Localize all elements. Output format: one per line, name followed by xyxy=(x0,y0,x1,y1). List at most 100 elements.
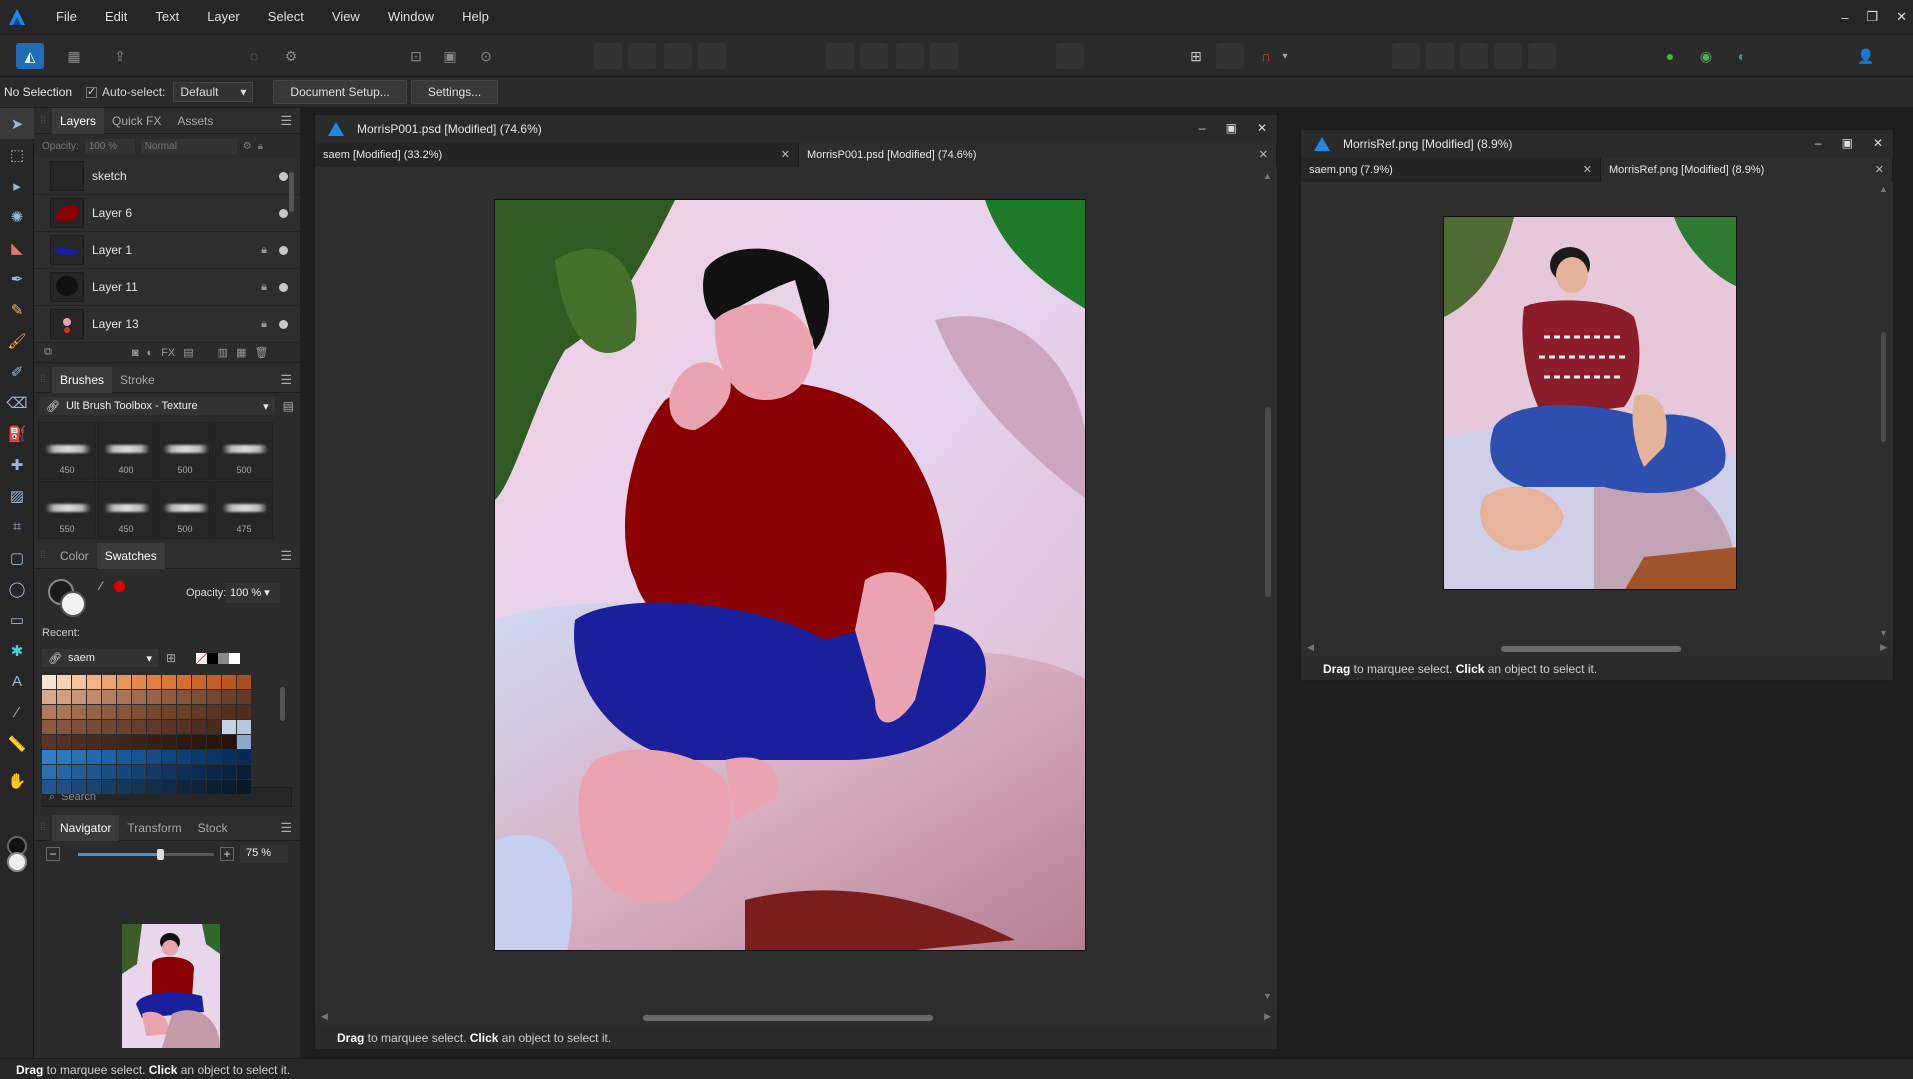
layer-row[interactable]: Layer 13 🔒︎ xyxy=(34,306,300,343)
swatch-cell[interactable] xyxy=(42,705,56,719)
swatch-cell[interactable] xyxy=(132,750,146,764)
grip-icon[interactable]: ⁞⁞ xyxy=(34,550,52,561)
swatch-cell[interactable] xyxy=(57,735,71,749)
layers-scrollbar[interactable] xyxy=(289,172,294,212)
swatch-cell[interactable] xyxy=(237,735,251,749)
reference-vertical-scrollbar[interactable] xyxy=(1881,332,1886,442)
swatch-cell[interactable] xyxy=(237,690,251,704)
swatch-scrollbar[interactable] xyxy=(280,687,285,721)
brush-preset[interactable]: 500 xyxy=(215,422,273,480)
swatch-cell[interactable] xyxy=(162,750,176,764)
color-picker-icon[interactable]: ⁄ xyxy=(0,697,34,728)
select-all-icon[interactable]: ⊡ xyxy=(402,43,430,69)
reference-canvas-area[interactable]: ▲ ▼ xyxy=(1301,182,1893,642)
node-tool-icon[interactable]: ▸ xyxy=(0,170,34,201)
swatch-cell[interactable] xyxy=(132,675,146,689)
swatch-cell[interactable] xyxy=(57,675,71,689)
swatch-cell[interactable] xyxy=(237,705,251,719)
color-wheel-icon[interactable]: ◐ xyxy=(1728,43,1756,69)
swatch-cell[interactable] xyxy=(87,705,101,719)
swatch-cell[interactable] xyxy=(117,705,131,719)
hamburger-menu-icon[interactable]: ☰ xyxy=(280,372,292,388)
swatch-cell[interactable] xyxy=(42,690,56,704)
layer-stack-icon[interactable]: ⧉ xyxy=(44,346,52,359)
menu-select[interactable]: Select xyxy=(254,0,318,34)
lock-icon[interactable]: 🔒︎ xyxy=(261,281,267,294)
tab-brushes[interactable]: Brushes xyxy=(52,366,113,393)
swatch-cell[interactable] xyxy=(147,780,161,794)
hamburger-menu-icon[interactable]: ☰ xyxy=(280,820,292,836)
visibility-dot-icon[interactable] xyxy=(279,208,288,218)
none-swatch[interactable] xyxy=(196,652,208,664)
lock-icon[interactable]: 🔒︎ xyxy=(258,141,263,152)
swatch-cell[interactable] xyxy=(207,750,221,764)
swatch-cell[interactable] xyxy=(162,780,176,794)
swatch-cell[interactable] xyxy=(42,720,56,734)
layer-row[interactable]: Layer 6 xyxy=(34,195,300,232)
swatch-cell[interactable] xyxy=(72,735,86,749)
rectangle-tool-icon[interactable]: ▢ xyxy=(0,542,34,573)
swatch-cell[interactable] xyxy=(207,720,221,734)
swatch-cell[interactable] xyxy=(117,690,131,704)
swatch-cell[interactable] xyxy=(42,750,56,764)
close-icon[interactable]: ✕ xyxy=(1896,9,1907,25)
swatch-cell[interactable] xyxy=(237,750,251,764)
swatch-cell[interactable] xyxy=(72,705,86,719)
brush-select-icon[interactable]: ✺ xyxy=(0,201,34,232)
swatch-cell[interactable] xyxy=(222,735,236,749)
menu-file[interactable]: File xyxy=(42,0,91,34)
close-icon[interactable]: ✕ xyxy=(1257,121,1267,135)
opacity-field[interactable]: 100 % ▾ xyxy=(226,583,280,603)
artwork-canvas[interactable] xyxy=(494,199,1086,951)
swatch-cell[interactable] xyxy=(222,750,236,764)
swatch-cell[interactable] xyxy=(162,705,176,719)
restore-icon[interactable]: ❐ xyxy=(1866,9,1878,25)
rounded-rect-icon[interactable]: ▭ xyxy=(0,604,34,635)
close-tab-icon[interactable]: ✕ xyxy=(1259,148,1268,161)
swatch-cell[interactable] xyxy=(102,780,116,794)
swatch-cell[interactable] xyxy=(162,735,176,749)
snapping-icon[interactable]: ⊞ xyxy=(1182,43,1210,69)
scroll-down-icon[interactable]: ▼ xyxy=(1263,991,1272,1001)
paint-brush-icon[interactable]: 🖌 xyxy=(0,325,34,356)
reference-photo[interactable] xyxy=(1443,216,1737,590)
tab-swatches[interactable]: Swatches xyxy=(96,542,165,569)
menu-layer[interactable]: Layer xyxy=(193,0,254,34)
swatch-cell[interactable] xyxy=(57,690,71,704)
menu-text[interactable]: Text xyxy=(141,0,193,34)
brush-preset[interactable]: 550 xyxy=(38,481,96,539)
brush-preset[interactable]: 400 xyxy=(97,422,155,480)
zoom-slider-handle[interactable] xyxy=(156,849,164,860)
pen-tool-icon[interactable]: ✒ xyxy=(0,263,34,294)
swatch-cell[interactable] xyxy=(42,765,56,779)
scroll-right-icon[interactable]: ▶ xyxy=(1264,1011,1271,1022)
black-swatch[interactable] xyxy=(207,652,219,664)
swatch-cell[interactable] xyxy=(72,780,86,794)
fx-icon[interactable]: FX xyxy=(161,347,175,359)
tab-quick-fx[interactable]: Quick FX xyxy=(104,108,169,134)
autoselect-checkbox[interactable] xyxy=(86,85,98,98)
document-setup-button[interactable]: Document Setup... xyxy=(273,80,407,104)
maximize-icon[interactable]: ▣ xyxy=(1842,136,1853,150)
maximize-icon[interactable]: ▣ xyxy=(1226,121,1237,135)
swatch-cell[interactable] xyxy=(237,765,251,779)
export-persona-icon[interactable]: ⇪ xyxy=(106,43,134,69)
swatch-cell[interactable] xyxy=(192,735,206,749)
swatch-cell[interactable] xyxy=(102,735,116,749)
canvas-area[interactable]: ▲ ▼ xyxy=(315,167,1277,1011)
swatch-cell[interactable] xyxy=(237,675,251,689)
swatch-cell[interactable] xyxy=(117,750,131,764)
chevron-down-icon[interactable]: ▾ xyxy=(1278,43,1292,69)
swatch-cell[interactable] xyxy=(207,690,221,704)
photo-persona-icon[interactable]: ◭ xyxy=(16,43,44,69)
swatch-cell[interactable] xyxy=(222,720,236,734)
menu-help[interactable]: Help xyxy=(448,0,503,34)
swatch-cell[interactable] xyxy=(87,765,101,779)
swatch-cell[interactable] xyxy=(192,705,206,719)
tab-layers[interactable]: Layers xyxy=(52,107,105,134)
swatch-cell[interactable] xyxy=(162,720,176,734)
swatch-cell[interactable] xyxy=(87,750,101,764)
swatch-cell[interactable] xyxy=(117,735,131,749)
swatch-cell[interactable] xyxy=(207,765,221,779)
close-tab-icon[interactable]: ✕ xyxy=(1583,163,1592,176)
